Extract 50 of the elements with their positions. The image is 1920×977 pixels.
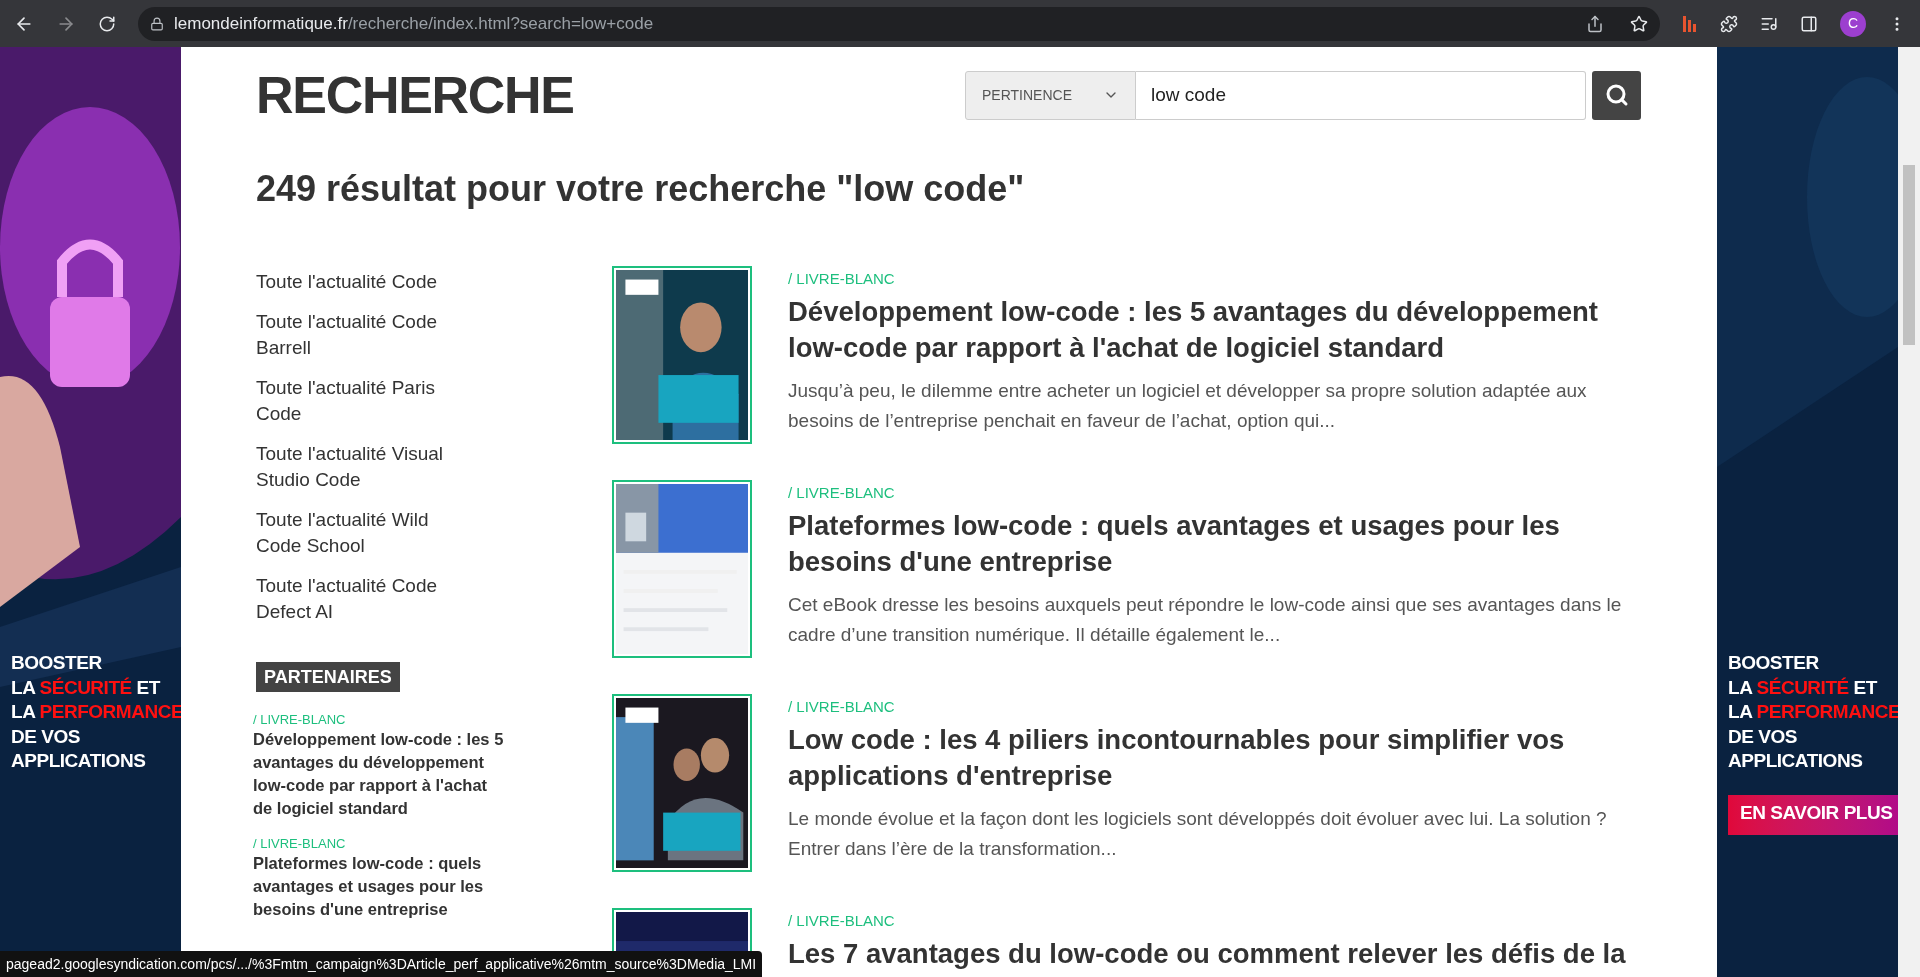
ad-text: APPLICATIONS xyxy=(11,750,146,771)
ad-text: LA xyxy=(11,701,37,722)
topic-link[interactable]: Toute l'actualité Paris Code xyxy=(256,375,471,427)
topic-link[interactable]: Toute l'actualité Code xyxy=(256,269,471,295)
partners-label: PARTENAIRES xyxy=(256,662,400,692)
scrollbar[interactable] xyxy=(1898,47,1920,977)
results-heading: 249 résultat pour votre recherche "low code" xyxy=(256,171,1026,207)
extension-icon[interactable] xyxy=(1682,14,1698,33)
ad-text: LA xyxy=(1728,676,1754,698)
side-panel-icon[interactable] xyxy=(1800,14,1818,33)
search-button[interactable] xyxy=(1592,70,1641,120)
result-title[interactable]: Plateformes low-code : quels avantages et usages pour les besoins d'une entreprise xyxy=(788,508,1641,580)
sort-select[interactable]: PERTINENCE xyxy=(965,70,1136,120)
topic-link[interactable]: Toute l'actualité Code Defect AI xyxy=(256,573,471,625)
address-bar[interactable]: lemondeinformatique.fr/recherche/index.html?search=low+code xyxy=(138,6,1660,41)
result-excerpt: Cet eBook dresse les besoins auxquels peut répondre le low-code ainsi que ses avantages dans le cadre d’une transition numérique. Il détaille également le... xyxy=(788,593,1623,647)
ad-text: BOOSTER xyxy=(1728,652,1819,673)
search-field[interactable]: low code xyxy=(1136,70,1586,120)
result-excerpt: Jusqu’à peu, le dilemme entre acheter un logiciel et développer sa propre solution adaptée aux besoins de l’entreprise penchait en faveur de l’achat, option qui... xyxy=(788,379,1588,433)
topic-link[interactable]: Toute l'actualité Visual Studio Code xyxy=(256,441,471,493)
page-heading: RECHERCHE xyxy=(256,69,574,121)
bookmark-star-icon[interactable] xyxy=(1630,14,1648,33)
puzzle-icon[interactable] xyxy=(1720,14,1738,33)
result-title[interactable]: Low code : les 4 piliers incontournables pour simplifier vos applications d'entreprise xyxy=(788,722,1641,794)
topic-link[interactable]: Toute l'actualité Code Barrell xyxy=(256,309,471,361)
ad-text: LA xyxy=(11,676,37,698)
ad-text: BOOSTER xyxy=(11,652,102,673)
topic-link[interactable]: Toute l'actualité Wild Code School xyxy=(256,507,471,559)
search-icon xyxy=(1604,83,1629,107)
ad-text: DE VOS xyxy=(1728,725,1797,747)
share-icon[interactable] xyxy=(1586,14,1604,33)
status-bar: pagead2.googlesyndication.com/pcs/.../%3Fmtm_campaign%3DArticle_perf_applicative%26mtm_source%3DMedia_LMI xyxy=(0,951,763,977)
partner-title[interactable]: Développement low-code : les 5 avantages du développement low-code par rapport à l'achat de logiciel standard xyxy=(253,728,505,820)
ad-text: APPLICATIONS xyxy=(1728,750,1863,771)
lock-icon xyxy=(150,16,164,31)
ad-text: SÉCURITÉ xyxy=(1756,676,1849,698)
learn-more-button[interactable]: EN SAVOIR PLUS xyxy=(1728,794,1898,835)
ad-text: ET xyxy=(135,676,160,698)
profile-avatar[interactable]: C xyxy=(1840,10,1866,37)
ad-text: SÉCURITÉ xyxy=(39,676,132,698)
url-text: lemondeinformatique.fr/recherche/index.html?search=low+code xyxy=(174,12,654,35)
ad-text: DE VOS xyxy=(11,725,80,747)
ad-text: LA xyxy=(1728,701,1754,722)
reload-icon[interactable] xyxy=(98,14,116,33)
scrollbar-thumb[interactable] xyxy=(1903,165,1915,345)
result-title[interactable]: Développement low-code : les 5 avantages du développement low-code par rapport à l'achat de logiciel standard xyxy=(788,294,1641,366)
result-title[interactable]: Les 7 avantages du low-code ou comment relever les défis de la xyxy=(788,936,1626,972)
result-excerpt: Le monde évolue et la façon dont les logiciels sont développés doit évoluer avec lui. La solution ? Entrer dans l’ère de la transformation... xyxy=(788,807,1608,861)
ad-text: ET xyxy=(1852,676,1877,698)
partner-title[interactable]: Plateformes low-code : quels avantages et usages pour les besoins d'une entreprise xyxy=(253,852,505,921)
